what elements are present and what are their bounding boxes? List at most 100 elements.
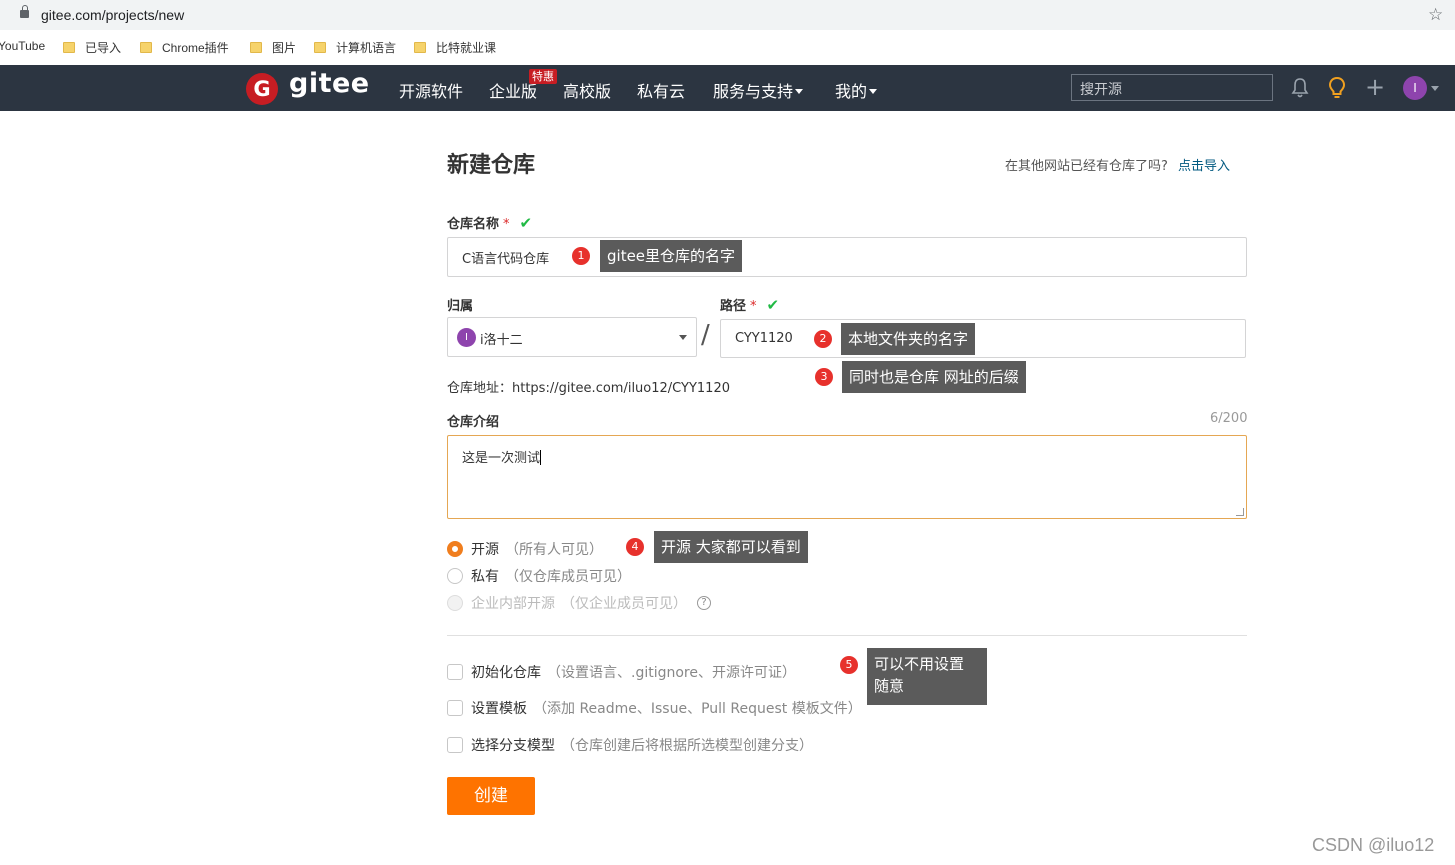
avatar[interactable]: I [1403, 76, 1427, 100]
url-text[interactable]: gitee.com/projects/new [41, 7, 184, 23]
path-input[interactable]: CYY1120 [720, 319, 1246, 358]
bookmark-label: 比特就业课 [436, 41, 497, 55]
enterprise-promo-badge: 特惠 [529, 69, 557, 84]
path-value: CYY1120 [735, 331, 793, 346]
folder-icon [314, 42, 326, 53]
radio-unselected-icon[interactable] [447, 568, 463, 584]
resize-handle-icon[interactable] [1236, 508, 1244, 516]
help-icon[interactable]: ? [697, 596, 711, 610]
intro-label: 仓库介绍 [447, 415, 500, 430]
radio-label: 开源 [471, 542, 499, 558]
owner-select[interactable]: I i洛十二 [447, 317, 697, 357]
import-question: 在其他网站已经有仓库了吗? [1005, 159, 1168, 174]
bookmark-label: YouTube [0, 39, 46, 53]
divider [447, 635, 1247, 636]
intro-textarea[interactable]: 这是一次测试 [447, 435, 1247, 519]
folder-icon [140, 42, 152, 53]
annotation-callout: 开源 大家都可以看到 [654, 531, 808, 563]
path-label: 路径 * ✔ [720, 295, 779, 314]
address-field[interactable]: gitee.com/projects/new ☆ [4, 2, 1449, 28]
bookmark-imported[interactable]: 已导入 [63, 39, 121, 56]
bookmark-employment[interactable]: 比特就业课 [414, 39, 496, 56]
annotation-number: 3 [815, 368, 833, 386]
option-label: 选择分支模型 [471, 738, 555, 754]
option-hint: （添加 Readme、Issue、Pull Request 模板文件） [533, 701, 862, 717]
required-mark: * [503, 217, 510, 232]
bookmark-chrome-plugins[interactable]: Chrome插件 [140, 39, 229, 56]
watermark: CSDN @iluo12 [1312, 835, 1435, 855]
bookmark-label: 已导入 [85, 41, 122, 55]
chevron-down-icon [869, 89, 878, 94]
folder-icon [414, 42, 426, 53]
plus-icon[interactable]: + [1365, 75, 1385, 99]
bookmark-label: 计算机语言 [336, 41, 397, 55]
page-title: 新建仓库 [447, 153, 536, 178]
annotation-number: 2 [814, 330, 832, 348]
bookmark-youtube[interactable]: YouTube [0, 39, 45, 53]
bookmark-images[interactable]: 图片 [250, 39, 296, 56]
check-icon: ✔ [519, 214, 533, 232]
nav-mine-label: 我的 [835, 82, 868, 101]
annotation-callout: 可以不用设置 随意 [867, 648, 987, 705]
annotation-line: 可以不用设置 [874, 655, 965, 673]
browser-url-bar: gitee.com/projects/new ☆ [0, 0, 1455, 30]
checkbox[interactable] [447, 737, 463, 753]
nav-education[interactable]: 高校版 [563, 78, 611, 102]
owner-value: i洛十二 [480, 333, 523, 348]
option-init-repo[interactable]: 初始化仓库 （设置语言、.gitignore、开源许可证） [447, 662, 796, 682]
annotation-line: 随意 [874, 677, 905, 695]
bookmarks-bar: YouTube 已导入 Chrome插件 图片 计算机语言 比特就业课 [0, 30, 1455, 64]
bookmark-label: 图片 [272, 41, 297, 55]
folder-icon [250, 42, 262, 53]
bookmark-languages[interactable]: 计算机语言 [314, 39, 396, 56]
lock-icon[interactable] [20, 5, 29, 18]
checkbox[interactable] [447, 664, 463, 680]
checkbox[interactable] [447, 700, 463, 716]
path-separator: / [701, 320, 710, 350]
nav-services-label: 服务与支持 [713, 82, 794, 101]
required-mark: * [750, 299, 757, 314]
intro-value: 这是一次测试 [462, 451, 541, 466]
radio-private[interactable]: 私有 （仅仓库成员可见） [447, 566, 631, 586]
annotation-number: 4 [626, 538, 644, 556]
folder-icon [63, 42, 75, 53]
repo-name-label-text: 仓库名称 [447, 217, 500, 232]
repo-name-value: C语言代码仓库 [462, 251, 550, 267]
chevron-down-icon[interactable] [1431, 86, 1439, 91]
nav-services[interactable]: 服务与支持 [713, 78, 804, 102]
lightbulb-icon[interactable] [1328, 76, 1346, 100]
nav-private-cloud[interactable]: 私有云 [637, 78, 685, 102]
radio-label: 私有 [471, 569, 499, 585]
radio-selected-icon[interactable] [447, 541, 463, 557]
annotation-number: 5 [840, 656, 858, 674]
radio-hint: （所有人可见） [505, 542, 603, 558]
option-hint: （仓库创建后将根据所选模型创建分支） [561, 738, 813, 754]
option-template[interactable]: 设置模板 （添加 Readme、Issue、Pull Request 模板文件） [447, 698, 862, 718]
repo-url: 仓库地址：https://gitee.com/iluo12/CYY1120 [447, 381, 730, 396]
annotation-callout: 本地文件夹的名字 [841, 323, 976, 355]
owner-avatar: I [457, 328, 476, 347]
create-button[interactable]: 创建 [447, 777, 535, 815]
repo-name-label: 仓库名称 * ✔ [447, 213, 532, 232]
gitee-logo-text[interactable]: gitee [289, 68, 370, 99]
bell-icon[interactable] [1291, 77, 1309, 99]
repo-name-input[interactable]: C语言代码仓库 [447, 237, 1247, 277]
search-input[interactable]: 搜开源 [1071, 74, 1273, 101]
gitee-logo-icon[interactable]: G [246, 73, 278, 105]
annotation-callout: 同时也是仓库 网址的后缀 [842, 361, 1026, 393]
import-note: 在其他网站已经有仓库了吗? 点击导入 [1005, 155, 1230, 174]
radio-enterprise-internal: 企业内部开源 （仅企业成员可见） ? [447, 593, 711, 613]
text-cursor [540, 450, 542, 465]
owner-label: 归属 [447, 299, 474, 314]
bookmark-star-icon[interactable]: ☆ [1428, 5, 1443, 25]
check-icon: ✔ [766, 296, 780, 314]
annotation-callout: gitee里仓库的名字 [600, 240, 743, 272]
nav-open-source[interactable]: 开源软件 [399, 78, 463, 102]
radio-hint: （仅仓库成员可见） [505, 569, 631, 585]
annotation-number: 1 [572, 247, 590, 265]
option-branch-model[interactable]: 选择分支模型 （仓库创建后将根据所选模型创建分支） [447, 735, 813, 755]
import-link[interactable]: 点击导入 [1178, 159, 1230, 174]
radio-hint: （仅企业成员可见） [561, 596, 687, 612]
nav-mine[interactable]: 我的 [835, 78, 878, 102]
radio-open-source[interactable]: 开源 （所有人可见） [447, 539, 603, 559]
